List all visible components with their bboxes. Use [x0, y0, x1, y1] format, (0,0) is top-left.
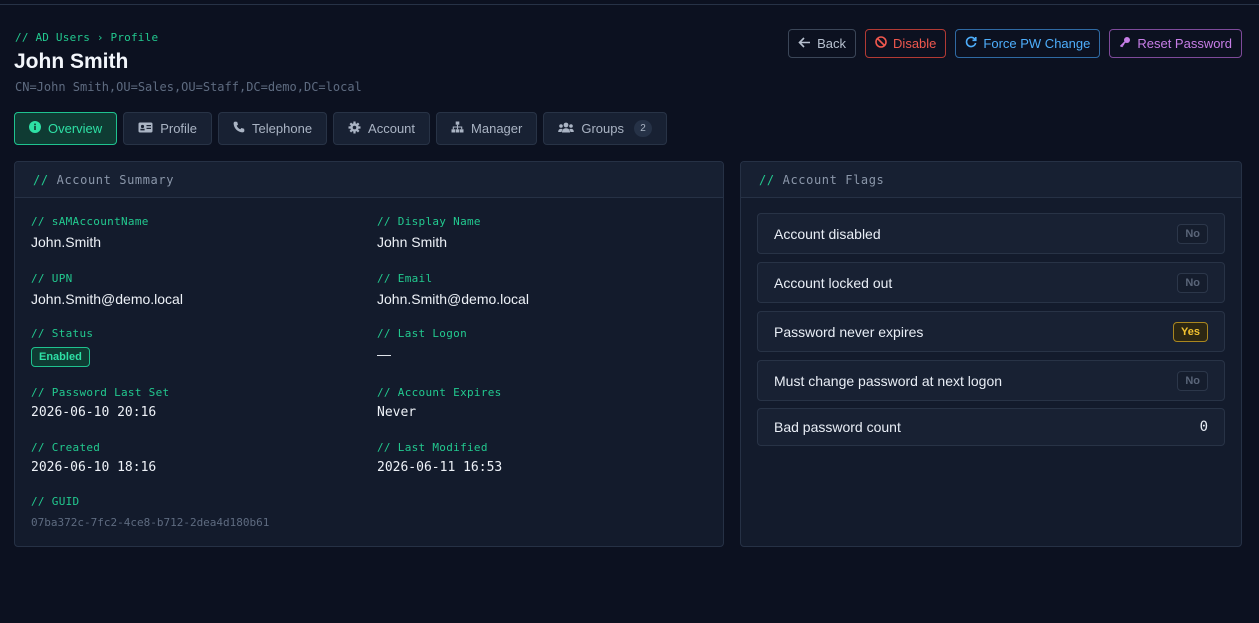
sam-account-name-field: // sAMAccountName John.Smith	[31, 215, 149, 250]
last-modified-label: // Last Modified	[377, 441, 488, 454]
upn-label: // UPN	[31, 272, 73, 285]
created-field: // Created 2026-06-10 18:16	[31, 441, 156, 475]
status-badge: Enabled	[31, 347, 90, 367]
status-label: // Status	[31, 327, 94, 340]
last-modified-value: 2026-06-11 16:53	[377, 460, 503, 475]
id-card-icon	[138, 121, 153, 136]
tab-groups-label: Groups	[581, 121, 624, 136]
force-pw-change-button[interactable]: Force PW Change	[955, 29, 1101, 58]
account-summary-header: // Account Summary	[15, 162, 723, 198]
upn-value: John.Smith@demo.local	[31, 291, 183, 307]
last-modified-field: // Last Modified 2026-06-11 16:53	[377, 441, 502, 475]
password-last-set-field: // Password Last Set 2026-06-10 20:16	[31, 386, 169, 420]
breadcrumb: // AD Users › Profile	[15, 31, 159, 44]
arrow-left-icon	[798, 36, 811, 51]
guid-label: // GUID	[31, 495, 80, 508]
email-label: // Email	[377, 272, 433, 285]
account-flags-header: // Account Flags	[741, 162, 1241, 198]
account-expires-value: Never	[377, 405, 417, 420]
info-icon	[29, 121, 41, 136]
tab-bar: Overview Profile Telephone Account Manag…	[14, 112, 667, 145]
org-chart-icon	[451, 121, 464, 136]
tab-groups[interactable]: Groups 2	[543, 112, 667, 145]
action-buttons: Back Disable Force PW Change Reset Passw…	[788, 29, 1242, 58]
reset-password-label: Reset Password	[1137, 36, 1232, 51]
last-logon-label: // Last Logon	[377, 327, 467, 340]
tab-overview-label: Overview	[48, 121, 103, 136]
flag-label: Must change password at next logon	[774, 372, 1003, 389]
flag-badge-no: No	[1177, 272, 1208, 293]
flag-row-bad-password-count: Bad password count 0	[757, 408, 1225, 446]
tab-manager-label: Manager	[471, 121, 523, 136]
header-prefix: //	[33, 172, 49, 187]
flag-row-account-disabled: Account disabled No	[757, 213, 1225, 254]
flag-label: Bad password count	[774, 419, 901, 435]
flag-badge-no: No	[1177, 223, 1208, 244]
disable-button[interactable]: Disable	[865, 29, 947, 58]
created-label: // Created	[31, 441, 101, 454]
ban-icon	[875, 36, 887, 51]
display-name-label: // Display Name	[377, 215, 481, 228]
distinguished-name: CN=John Smith,OU=Sales,OU=Staff,DC=demo,…	[15, 80, 362, 94]
flag-label: Password never expires	[774, 323, 924, 340]
flag-badge-yes: Yes	[1173, 321, 1208, 342]
account-summary-title: Account Summary	[56, 172, 175, 187]
key-icon	[1119, 36, 1131, 51]
phone-icon	[233, 121, 245, 136]
password-last-set-value: 2026-06-10 20:16	[31, 405, 157, 420]
email-value: John.Smith@demo.local	[377, 291, 529, 307]
guid-value: 07ba372c-7fc2-4ce8-b712-2dea4d180b61	[31, 516, 270, 529]
tab-telephone-label: Telephone	[252, 121, 313, 136]
password-last-set-label: // Password Last Set	[31, 386, 170, 399]
header-prefix: //	[759, 172, 775, 187]
rotate-icon	[965, 36, 978, 51]
tab-account[interactable]: Account	[333, 112, 431, 145]
account-expires-label: // Account Expires	[377, 386, 502, 399]
flag-row-password-never-expires: Password never expires Yes	[757, 311, 1225, 352]
users-icon	[558, 121, 575, 136]
guid-field: // GUID 07ba372c-7fc2-4ce8-b712-2dea4d18…	[31, 495, 269, 529]
force-pw-change-label: Force PW Change	[983, 36, 1091, 51]
tab-overview[interactable]: Overview	[14, 112, 118, 145]
back-button[interactable]: Back	[788, 29, 857, 58]
account-summary-card: // Account Summary // sAMAccountName Joh…	[14, 161, 724, 547]
tab-profile[interactable]: Profile	[123, 112, 213, 145]
flag-row-must-change-password: Must change password at next logon No	[757, 360, 1225, 401]
tab-profile-label: Profile	[160, 121, 198, 136]
tab-telephone[interactable]: Telephone	[218, 112, 328, 145]
groups-count-badge: 2	[633, 120, 652, 137]
sam-value: John.Smith	[31, 234, 102, 250]
email-field: // Email John.Smith@demo.local	[377, 272, 529, 307]
account-expires-field: // Account Expires Never	[377, 386, 502, 420]
top-divider	[0, 0, 1259, 5]
flag-badge-no: No	[1177, 370, 1208, 391]
tab-manager[interactable]: Manager	[436, 112, 538, 145]
disable-button-label: Disable	[893, 36, 937, 51]
bad-password-count-value: 0	[1199, 419, 1208, 435]
flag-label: Account locked out	[774, 274, 893, 291]
sam-label: // sAMAccountName	[31, 215, 149, 228]
tab-account-label: Account	[368, 121, 416, 136]
page-title: John Smith	[14, 50, 129, 73]
gear-icon	[348, 121, 361, 137]
last-logon-value: —	[377, 346, 391, 362]
flag-label: Account disabled	[774, 225, 881, 242]
upn-field: // UPN John.Smith@demo.local	[31, 272, 183, 307]
display-name-value: John Smith	[377, 234, 448, 250]
display-name-field: // Display Name John Smith	[377, 215, 481, 250]
flag-row-account-locked-out: Account locked out No	[757, 262, 1225, 303]
created-value: 2026-06-10 18:16	[31, 460, 157, 475]
status-field: // Status Enabled	[31, 327, 93, 367]
account-flags-card: // Account Flags Account disabled No Acc…	[740, 161, 1242, 547]
account-flags-title: Account Flags	[782, 172, 885, 187]
reset-password-button[interactable]: Reset Password	[1109, 29, 1242, 58]
last-logon-field: // Last Logon —	[377, 327, 467, 362]
back-button-label: Back	[817, 36, 847, 51]
